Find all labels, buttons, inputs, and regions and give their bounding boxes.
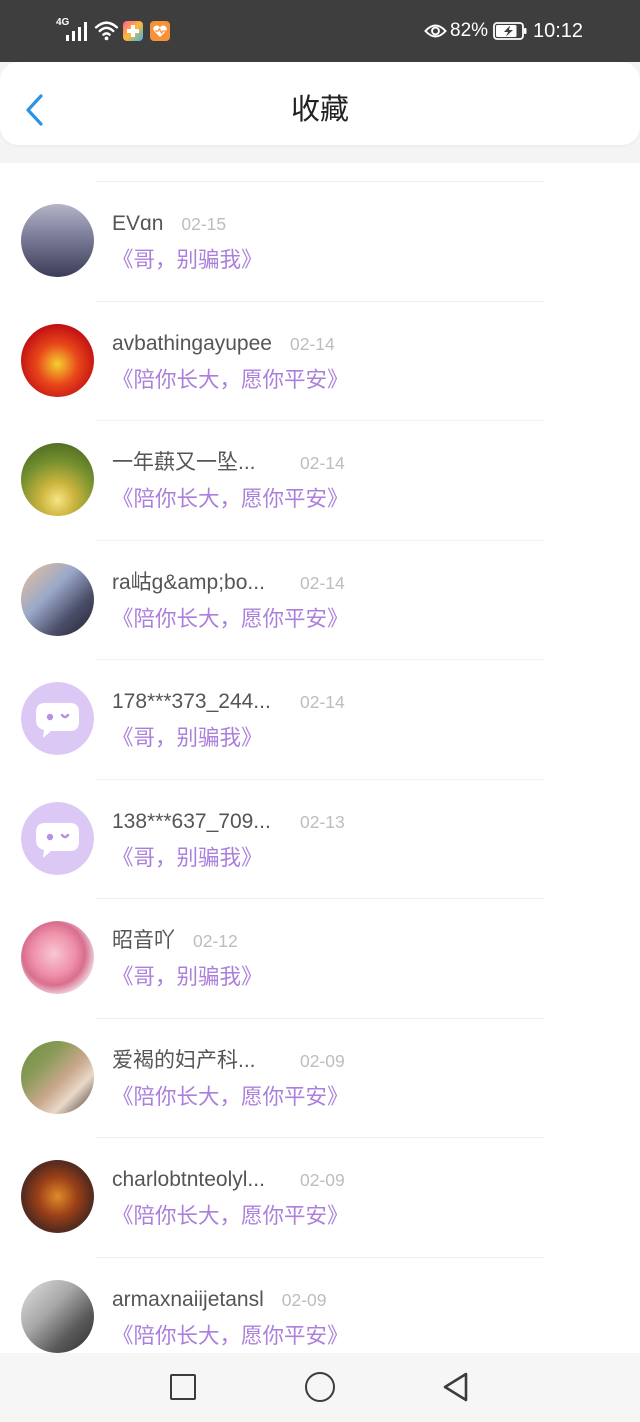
avatar[interactable]: [21, 443, 94, 516]
list-item[interactable]: avbathingayupee 02-14 《陪你长大，愿你平安》: [0, 300, 640, 421]
item-meta: avbathingayupee 02-14: [112, 331, 335, 357]
item-title: 《哥，别骗我》: [112, 965, 263, 989]
item-date: 02-14: [300, 692, 345, 712]
back-icon[interactable]: [441, 1371, 469, 1403]
avatar[interactable]: [21, 1040, 94, 1114]
user-name: avbathingayupee: [112, 331, 272, 355]
user-name: ra岵g&amp;bo...: [112, 570, 265, 594]
battery-charging-icon: [493, 22, 527, 40]
list-item[interactable]: ra岵g&amp;bo... 02-14 《陪你长大，愿你平安》: [0, 539, 640, 660]
avatar[interactable]: [21, 921, 94, 994]
avatar[interactable]: [21, 323, 94, 397]
user-name: EVɑn: [112, 212, 164, 235]
default-avatar-icon[interactable]: [21, 801, 94, 875]
item-title: 《哥，别骗我》: [112, 248, 263, 272]
recent-apps-icon[interactable]: [170, 1374, 196, 1400]
item-meta: armaxnaiijetansl 02-09: [112, 1287, 327, 1313]
app-badge-icon: [123, 21, 143, 41]
avatar[interactable]: [21, 562, 94, 636]
item-date: 02-12: [193, 931, 238, 951]
favorites-list[interactable]: EVɑn 02-15 《哥，别骗我》 avbathingayupee 02-14…: [0, 163, 640, 1353]
item-meta: 一年蕻又一坠... 02-14: [112, 450, 345, 476]
user-name: 138***637_709...: [112, 809, 271, 833]
list-item[interactable]: 138***637_709... 02-13 《哥，别骗我》: [0, 778, 640, 899]
home-icon[interactable]: [305, 1372, 335, 1402]
clock: 10:12: [533, 20, 584, 42]
user-name: 爱褐的妇产科...: [112, 1048, 256, 1072]
user-name: 178***373_244...: [112, 690, 271, 713]
app-header: 收藏: [0, 62, 640, 145]
item-date: 02-14: [300, 453, 345, 473]
item-title: 《陪你长大，愿你平安》: [112, 606, 349, 631]
item-meta: ra岵g&amp;bo... 02-14: [112, 570, 345, 596]
item-meta: 昭音吖 02-12: [112, 928, 238, 954]
signal-icon: [66, 22, 87, 41]
item-date: 02-13: [300, 811, 345, 832]
user-name: 昭音吖: [112, 929, 175, 952]
item-title: 《哥，别骗我》: [112, 726, 263, 750]
list-item[interactable]: 爱褐的妇产科... 02-09 《陪你长大，愿你平安》: [0, 1017, 640, 1138]
list-item[interactable]: 一年蕻又一坠... 02-14 《陪你长大，愿你平安》: [0, 420, 640, 540]
avatar[interactable]: [21, 1279, 94, 1353]
item-title: 《陪你长大，愿你平安》: [112, 1084, 349, 1109]
eye-comfort-icon: [424, 24, 447, 38]
item-meta: EVɑn 02-15: [112, 211, 226, 237]
list-item[interactable]: armaxnaiijetansl 02-09 《陪你长大，愿你平安》: [0, 1256, 640, 1354]
item-meta: 178***373_244... 02-14: [112, 689, 345, 715]
item-meta: 爱褐的妇产科... 02-09: [112, 1048, 345, 1074]
item-title: 《陪你长大，愿你平安》: [112, 367, 349, 392]
list-item[interactable]: 昭音吖 02-12 《哥，别骗我》: [0, 898, 640, 1018]
item-date: 02-09: [300, 1050, 345, 1071]
item-date: 02-09: [281, 1289, 327, 1310]
health-app-icon: [150, 21, 170, 41]
item-title: 《陪你长大，愿你平安》: [112, 1204, 349, 1228]
user-name: charlobtnteolyl...: [112, 1168, 265, 1191]
avatar[interactable]: [21, 1160, 94, 1233]
list-item[interactable]: 178***373_244... 02-14 《哥，别骗我》: [0, 659, 640, 779]
item-meta: 138***637_709... 02-13: [112, 809, 345, 835]
avatar[interactable]: [21, 204, 94, 277]
item-date: 02-14: [289, 333, 335, 354]
list-item[interactable]: charlobtnteolyl... 02-09 《陪你长大，愿你平安》: [0, 1137, 640, 1257]
battery-percent: 82%: [450, 20, 489, 41]
wifi-icon: [94, 21, 119, 41]
user-name: armaxnaiijetansl: [112, 1287, 264, 1311]
default-avatar-icon[interactable]: [21, 682, 94, 755]
item-date: 02-09: [300, 1170, 345, 1190]
item-date: 02-14: [300, 572, 345, 593]
system-nav-bar: [0, 1353, 640, 1422]
item-meta: charlobtnteolyl... 02-09: [112, 1167, 345, 1193]
item-title: 《陪你长大，愿你平安》: [112, 487, 349, 511]
status-bar: 4G 82% 10:12: [0, 0, 640, 62]
item-date: 02-15: [181, 214, 227, 234]
page-title: 收藏: [290, 94, 349, 126]
list-item[interactable]: EVɑn 02-15 《哥，别骗我》: [0, 181, 640, 301]
item-title: 《陪你长大，愿你平安》: [112, 1323, 349, 1348]
item-title: 《哥，别骗我》: [112, 845, 263, 870]
user-name: 一年蕻又一坠...: [112, 451, 256, 474]
